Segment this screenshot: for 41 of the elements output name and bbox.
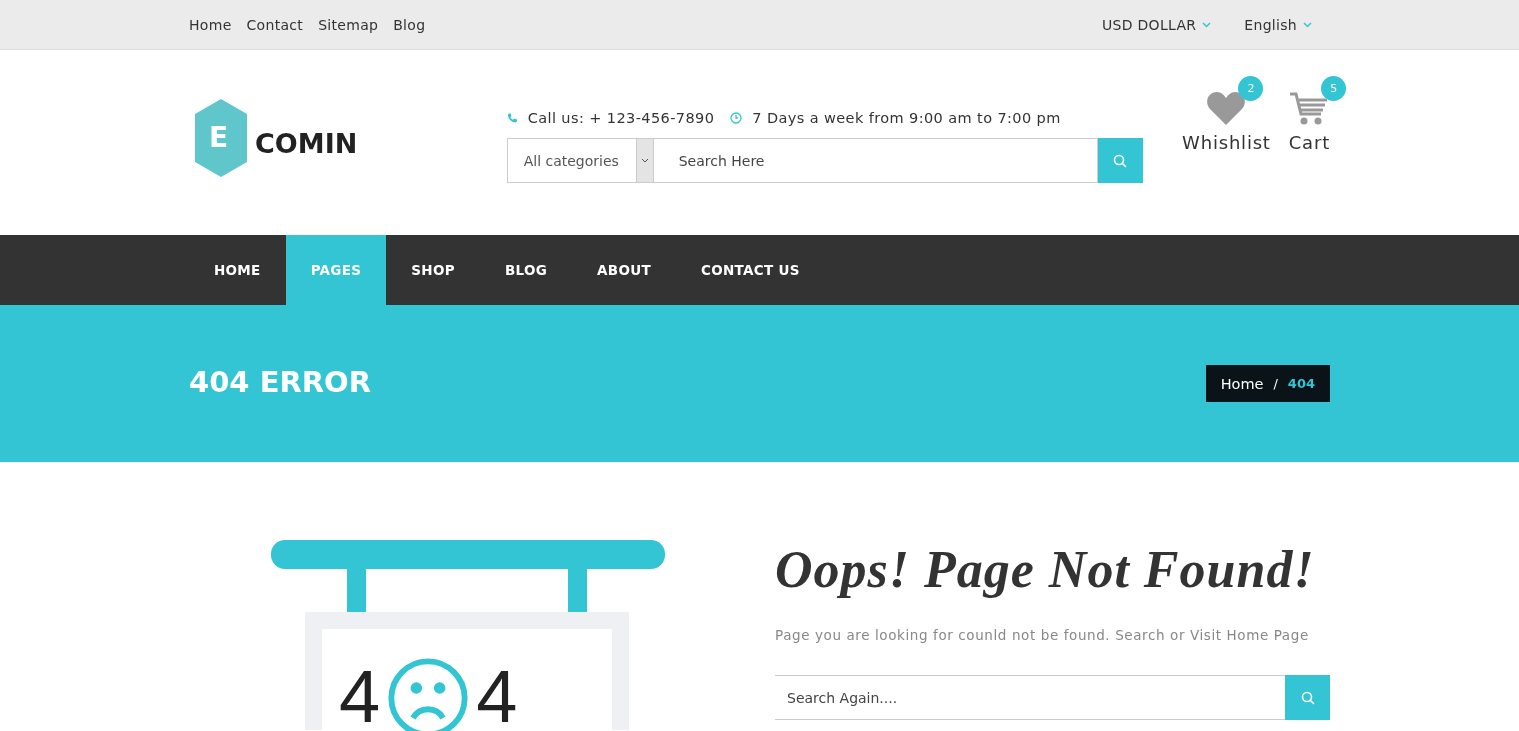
- nav-tab[interactable]: HOME: [189, 235, 286, 305]
- breadcrumb-separator: /: [1273, 376, 1278, 391]
- page-title: 404 ERROR: [189, 364, 372, 399]
- nav-tab[interactable]: ABOUT: [572, 235, 676, 305]
- logo-text: COMIN: [255, 127, 358, 159]
- top-link[interactable]: Home: [189, 16, 232, 33]
- nav-tab[interactable]: SHOP: [386, 235, 480, 305]
- wishlist-count-badge: 2: [1238, 76, 1264, 101]
- hours-text: 7 Days a week from 9:00 am to 7:00 pm: [752, 110, 1061, 126]
- search-icon: [1300, 690, 1315, 705]
- language-dropdown[interactable]: English: [1244, 16, 1312, 33]
- search-again-button[interactable]: [1285, 675, 1330, 720]
- search-field[interactable]: Search Here: [653, 138, 1098, 183]
- caret-icon: [640, 158, 649, 163]
- top-link[interactable]: Blog: [393, 16, 426, 33]
- search-icon: [1113, 153, 1128, 168]
- phone-icon: [506, 112, 518, 124]
- error-heading: Oops! Page Not Found!: [775, 540, 1316, 599]
- heart-icon: [1206, 90, 1247, 126]
- search-again-field[interactable]: Search Again....: [775, 675, 1285, 720]
- caret-icon: [1202, 21, 1212, 28]
- cart-count-badge: 5: [1321, 76, 1347, 101]
- cart-icon: [1289, 90, 1330, 126]
- top-link[interactable]: Contact: [246, 16, 304, 33]
- clock-icon: [730, 112, 743, 124]
- breadcrumb-link[interactable]: 404: [1287, 376, 1315, 391]
- nav-tab[interactable]: BLOG: [479, 235, 573, 305]
- sign-digit: 4: [476, 660, 518, 731]
- search-button[interactable]: [1097, 138, 1143, 183]
- sign-digit: 4: [339, 660, 381, 731]
- currency-dropdown[interactable]: USD DOLLAR: [1101, 16, 1212, 33]
- category-select[interactable]: All categories: [506, 138, 654, 183]
- sad-face-icon: [388, 658, 469, 731]
- breadcrumb-link[interactable]: Home: [1220, 375, 1264, 392]
- caret-icon: [1303, 21, 1312, 28]
- phone-text: Call us: + 123-456-7890: [527, 110, 715, 126]
- nav-tab[interactable]: CONTACT US: [675, 235, 825, 305]
- error-message: Page you are looking for counld not be found. Search or Visit Home Page: [775, 627, 1310, 643]
- logo-hexagon-icon: [195, 99, 247, 177]
- logo-letter: E: [209, 121, 229, 154]
- top-link[interactable]: Sitemap: [318, 16, 379, 33]
